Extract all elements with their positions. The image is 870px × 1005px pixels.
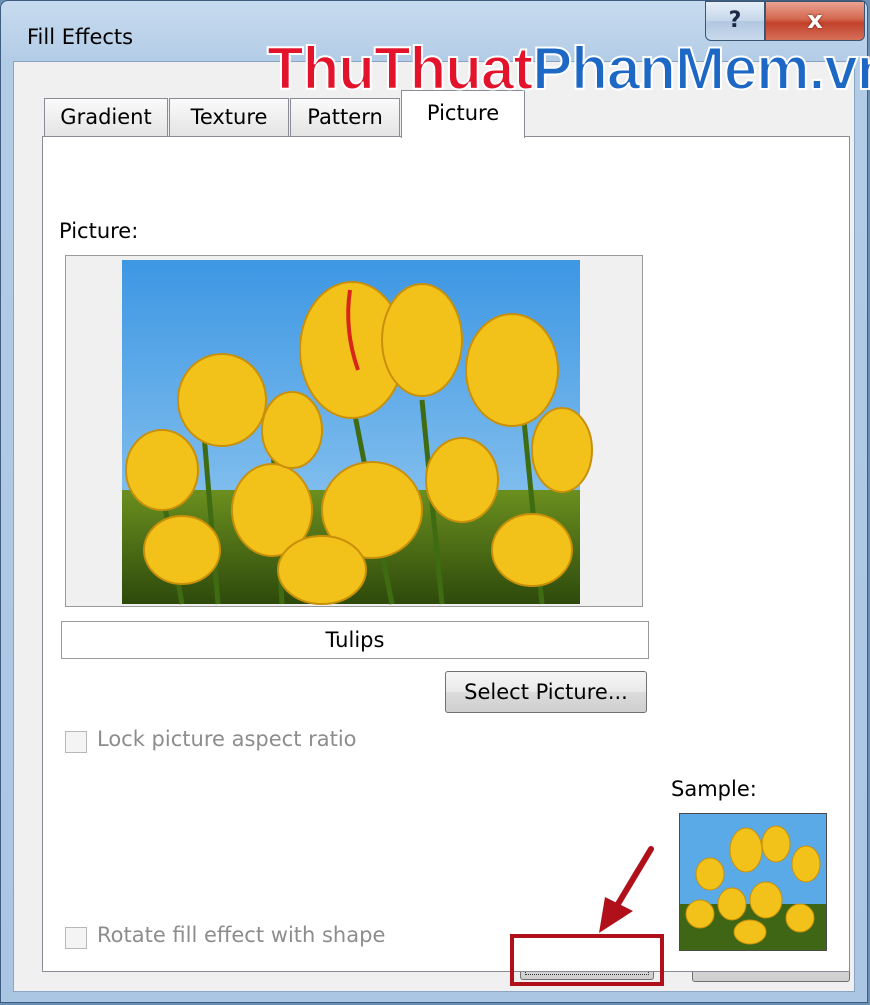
window-title: Fill Effects — [27, 25, 134, 49]
picture-tab-panel: Picture: Tulips Select Picture... Lock p… — [42, 136, 850, 972]
lock-aspect-label: Lock picture aspect ratio — [97, 727, 357, 751]
select-picture-button[interactable]: Select Picture... — [445, 671, 647, 713]
picture-name-field: Tulips — [61, 621, 649, 659]
sample-image — [680, 814, 826, 950]
tab-texture[interactable]: Texture — [169, 98, 289, 136]
dialog-client: Gradient Texture Pattern Picture Picture… — [13, 61, 855, 992]
picture-label: Picture: — [59, 219, 139, 243]
sample-label: Sample: — [671, 777, 757, 801]
help-icon: ? — [728, 8, 742, 33]
tab-pattern[interactable]: Pattern — [290, 98, 400, 136]
watermark-part2: PhanMem.vn — [531, 35, 870, 102]
sample-preview — [679, 813, 827, 951]
tulips-image — [66, 256, 642, 606]
watermark-part1: ThuThuat — [266, 35, 534, 102]
rotate-fill-checkbox[interactable] — [65, 927, 87, 949]
arrow-annotation-icon — [599, 846, 654, 933]
ok-button-highlight — [510, 934, 664, 986]
dialog-window: Fill Effects ? x ThuThuatPhanMem.vn Grad… — [0, 0, 870, 1003]
picture-preview — [65, 255, 643, 607]
close-icon: x — [807, 6, 823, 34]
rotate-fill-label: Rotate fill effect with shape — [97, 923, 386, 947]
lock-aspect-checkbox[interactable] — [65, 731, 87, 753]
tab-gradient[interactable]: Gradient — [44, 98, 168, 136]
watermark-logo: ThuThuatPhanMem.vn — [266, 38, 870, 100]
